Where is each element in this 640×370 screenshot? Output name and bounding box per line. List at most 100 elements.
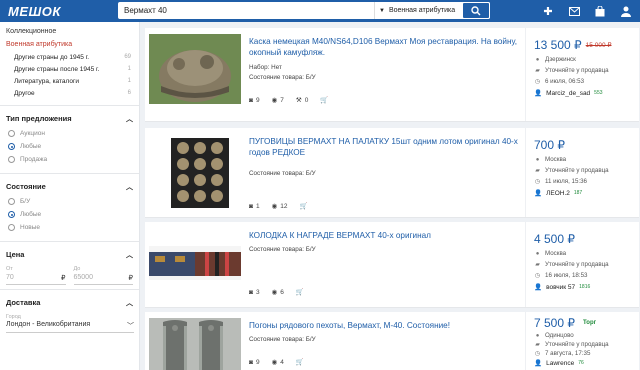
category-item[interactable]: Литература, каталоги 1 bbox=[14, 78, 133, 85]
chevron-up-icon: ︿ bbox=[126, 116, 133, 123]
listing-card[interactable]: КОЛОДКА К НАГРАДЕ ВЕРМАХТ 40-х оригинал … bbox=[145, 222, 639, 308]
listing-photo-buttons[interactable] bbox=[171, 138, 229, 208]
eye-icon: ◉ bbox=[271, 359, 278, 366]
listing-condition: Состояние товара: Б/У bbox=[249, 74, 316, 81]
cart-icon: 🛒 bbox=[320, 97, 329, 104]
photo-count: ◙ 9 bbox=[249, 96, 260, 104]
offer-type-any[interactable]: Любые bbox=[8, 143, 133, 150]
listing-card[interactable]: ПУГОВИЦЫ ВЕРМАХТ НА ПАЛАТКУ 15шт одним л… bbox=[145, 128, 639, 218]
photo-count: ◙ 3 bbox=[249, 288, 260, 296]
clock-icon: ◷ bbox=[534, 273, 541, 279]
user-icon: 👤 bbox=[534, 190, 543, 197]
listing-condition: Состояние товара: Б/У bbox=[249, 336, 316, 343]
condition-new[interactable]: Новые bbox=[8, 224, 133, 231]
camera-icon: ◙ bbox=[249, 96, 253, 104]
listing-date: ◷ 7 августа, 17:35 bbox=[534, 350, 591, 357]
clock-icon: ◷ bbox=[534, 79, 541, 85]
bag-icon bbox=[595, 5, 605, 16]
view-count: ◉ 4 bbox=[271, 358, 284, 367]
listing-title[interactable]: КОЛОДКА К НАГРАДЕ ВЕРМАХТ 40-х оригинал bbox=[249, 230, 524, 241]
filter-sidebar: Коллекционное Военная атрибутика Другие … bbox=[0, 22, 140, 370]
condition-header[interactable]: Состояние ︿ bbox=[6, 182, 133, 192]
photo-count: ◙ 9 bbox=[249, 358, 260, 366]
breadcrumb-military[interactable]: Военная атрибутика bbox=[6, 41, 133, 48]
chevron-down-icon: ﹀ bbox=[127, 323, 134, 330]
cart-icon: 🛒 bbox=[295, 359, 304, 366]
category-item[interactable]: Другое 6 bbox=[14, 90, 133, 97]
listing-photo-helmet[interactable] bbox=[149, 34, 241, 104]
user-icon: 👤 bbox=[534, 284, 543, 291]
truck-icon: ▰ bbox=[535, 262, 540, 268]
category-item[interactable]: Другие страны до 1945 г. 69 bbox=[14, 54, 133, 61]
user-icon: 👤 bbox=[534, 90, 543, 97]
price-filter: Цена ︿ От 70 ₽ До 65000 ₽ bbox=[0, 241, 139, 289]
delivery-header[interactable]: Доставка ︿ bbox=[6, 298, 133, 308]
add-listing-button[interactable]: ✚ bbox=[540, 3, 556, 19]
eye-icon: ◉ bbox=[271, 289, 278, 296]
location-pin-icon: ● bbox=[535, 332, 540, 339]
seller-link[interactable]: 👤 вовчик 57 1816 bbox=[534, 283, 639, 292]
seller-link[interactable]: 👤 Lawrence 76 bbox=[534, 359, 639, 368]
eye-icon: ◉ bbox=[271, 203, 278, 210]
search-icon bbox=[471, 5, 481, 15]
top-header: МЕШОК ▼ Военная атрибутика ✚ bbox=[0, 0, 640, 22]
listing-photo-ribbon-bar[interactable] bbox=[149, 246, 241, 280]
cart-icon: 🛒 bbox=[299, 203, 308, 210]
profile-button[interactable] bbox=[618, 3, 634, 19]
listing-condition: Состояние товара: Б/У bbox=[249, 246, 316, 253]
condition-any[interactable]: Любые bbox=[8, 211, 133, 218]
listing-title[interactable]: ПУГОВИЦЫ ВЕРМАХТ НА ПАЛАТКУ 15шт одним л… bbox=[249, 136, 524, 158]
listing-card[interactable]: Погоны рядового пехоты, Вермахт, М-40. С… bbox=[145, 312, 639, 370]
site-logo[interactable]: МЕШОК bbox=[8, 4, 61, 19]
listing-price: 7 500 ₽ bbox=[534, 316, 575, 330]
caret-down-icon: ▼ bbox=[379, 7, 385, 14]
old-price: 15 000 ₽ bbox=[585, 42, 612, 49]
listing-date: ◷ 11 июля, 15:36 bbox=[534, 178, 587, 185]
price-header[interactable]: Цена ︿ bbox=[6, 250, 133, 260]
messages-button[interactable] bbox=[566, 3, 582, 19]
category-select-label: Военная атрибутика bbox=[388, 7, 456, 14]
purchases-button[interactable] bbox=[592, 3, 608, 19]
camera-icon: ◙ bbox=[249, 358, 253, 366]
add-to-cart-button[interactable]: 🛒 bbox=[296, 358, 304, 366]
city-select[interactable]: Лондон - Великобритания ﹀ bbox=[6, 320, 134, 333]
location-pin-icon: ● bbox=[535, 156, 540, 163]
chevron-up-icon: ︿ bbox=[126, 252, 133, 259]
search-input[interactable] bbox=[118, 6, 373, 15]
listing-delivery: ▰ Уточняйте у продавца bbox=[535, 67, 609, 74]
listing-photo-shoulder-boards[interactable] bbox=[149, 318, 241, 370]
condition-filter: Состояние ︿ Б/У Любые Новые bbox=[0, 173, 139, 241]
search-button[interactable] bbox=[462, 2, 490, 19]
listing-condition: Состояние товара: Б/У bbox=[249, 170, 316, 177]
price-from-field[interactable]: От 70 ₽ bbox=[6, 266, 66, 285]
category-item[interactable]: Другие страны после 1945 г. 1 bbox=[14, 66, 133, 73]
view-count: ◉ 12 bbox=[271, 202, 288, 211]
listing-title[interactable]: Погоны рядового пехоты, Вермахт, М-40. С… bbox=[249, 320, 524, 331]
seller-link[interactable]: 👤 Marciz_de_sad 553 bbox=[534, 89, 639, 98]
price-to-field[interactable]: До 65000 ₽ bbox=[73, 266, 133, 285]
add-to-cart-button[interactable]: 🛒 bbox=[299, 202, 307, 210]
add-to-cart-button[interactable]: 🛒 bbox=[296, 288, 304, 296]
listing-title[interactable]: Каска немецкая M40/NS64,D106 Вермахт Моя… bbox=[249, 36, 524, 58]
listing-price: 4 500 ₽ bbox=[534, 232, 575, 246]
offer-type-auction[interactable]: Аукцион bbox=[8, 130, 133, 137]
offer-type-header[interactable]: Тип предложения ︿ bbox=[6, 114, 133, 124]
listing-card[interactable]: Каска немецкая M40/NS64,D106 Вермахт Моя… bbox=[145, 28, 639, 122]
add-to-cart-button[interactable]: 🛒 bbox=[320, 96, 328, 104]
condition-used[interactable]: Б/У bbox=[8, 198, 133, 205]
listing-results: Каска немецкая M40/NS64,D106 Вермахт Моя… bbox=[141, 22, 640, 370]
cart-icon: 🛒 bbox=[295, 289, 304, 296]
breadcrumb-collection[interactable]: Коллекционное bbox=[6, 28, 133, 35]
listing-delivery: ▰ Уточняйте у продавца bbox=[535, 341, 609, 348]
negotiable-badge: Торг bbox=[583, 320, 597, 326]
location-pin-icon: ● bbox=[535, 250, 540, 257]
listing-date: ◷ 6 июля, 06:53 bbox=[534, 78, 585, 85]
category-select[interactable]: ▼ Военная атрибутика bbox=[374, 2, 456, 19]
offer-type-sale[interactable]: Продажа bbox=[8, 156, 133, 163]
listing-price: 700 ₽ bbox=[534, 138, 565, 152]
listing-date: ◷ 16 июля, 18:53 bbox=[534, 272, 588, 279]
user-icon: 👤 bbox=[534, 360, 543, 367]
clock-icon: ◷ bbox=[534, 179, 541, 185]
view-count: ◉ 7 bbox=[271, 96, 284, 105]
seller-link[interactable]: 👤 ЛЕОН.2 187 bbox=[534, 189, 639, 198]
